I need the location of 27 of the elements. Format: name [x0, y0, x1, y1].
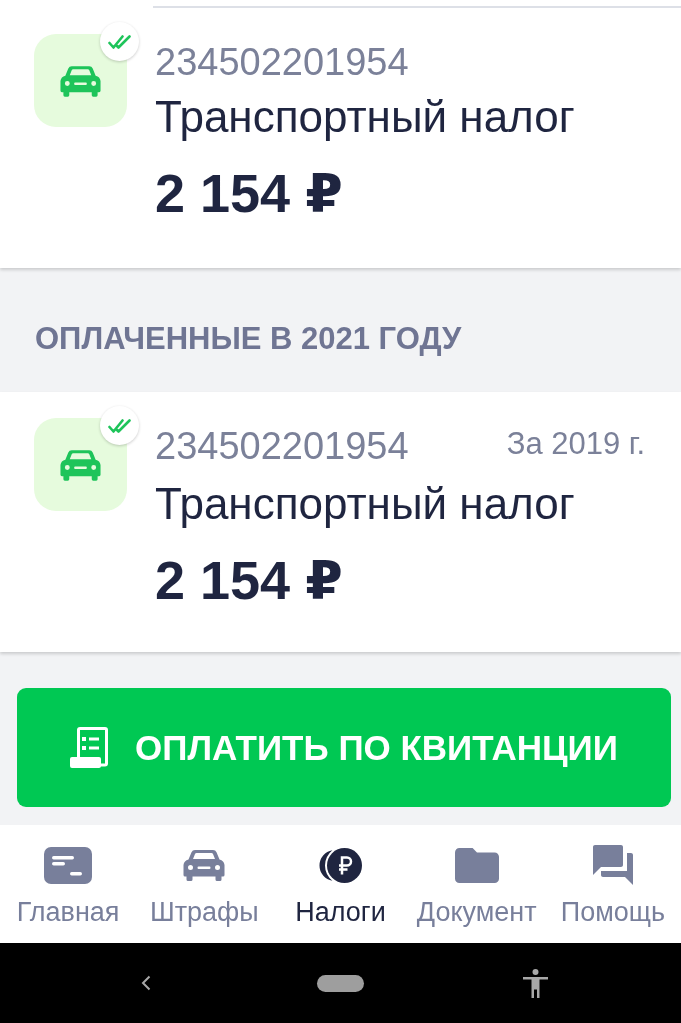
payment-card[interactable]: 234502201954 Транспортный налог 2 154 ₽: [0, 0, 681, 268]
tax-period: За 2019 г.: [506, 425, 645, 463]
accessibility-icon[interactable]: [522, 968, 549, 998]
chat-icon: [592, 845, 633, 885]
car-icon: [34, 418, 127, 511]
section-heading: ОПЛАЧЕННЫЕ В 2021 ГОДУ: [35, 322, 463, 356]
nav-tab[interactable]: Помощь: [544, 825, 681, 943]
card-icon: [44, 846, 93, 884]
nav-tab[interactable]: Штрафы: [136, 825, 273, 943]
tax-number: 234502201954: [155, 424, 409, 468]
tax-amount: 2 154 ₽: [155, 549, 344, 612]
car-icon: [182, 849, 227, 881]
tax-title: Транспортный налог: [155, 91, 576, 143]
payment-card[interactable]: 234502201954 За 2019 г. Транспортный налог 2 154 ₽: [0, 392, 681, 652]
tax-number: 234502201954: [155, 40, 409, 84]
pay-button[interactable]: ОПЛАТИТЬ ПО КВИТАНЦИИ: [17, 688, 671, 807]
nav-tab[interactable]: Главная: [0, 825, 137, 943]
receipt-icon: [70, 727, 109, 768]
car-icon: [34, 34, 127, 127]
nav-tab[interactable]: Документ: [408, 825, 545, 943]
tax-amount: 2 154 ₽: [155, 162, 344, 225]
nav-tab[interactable]: Налоги: [272, 825, 409, 943]
folder-icon: [454, 847, 499, 883]
home-pill-icon[interactable]: [317, 974, 364, 992]
back-icon[interactable]: [140, 975, 151, 991]
tax-title: Транспортный налог: [155, 478, 576, 530]
ruble-coin-icon: [318, 847, 363, 883]
